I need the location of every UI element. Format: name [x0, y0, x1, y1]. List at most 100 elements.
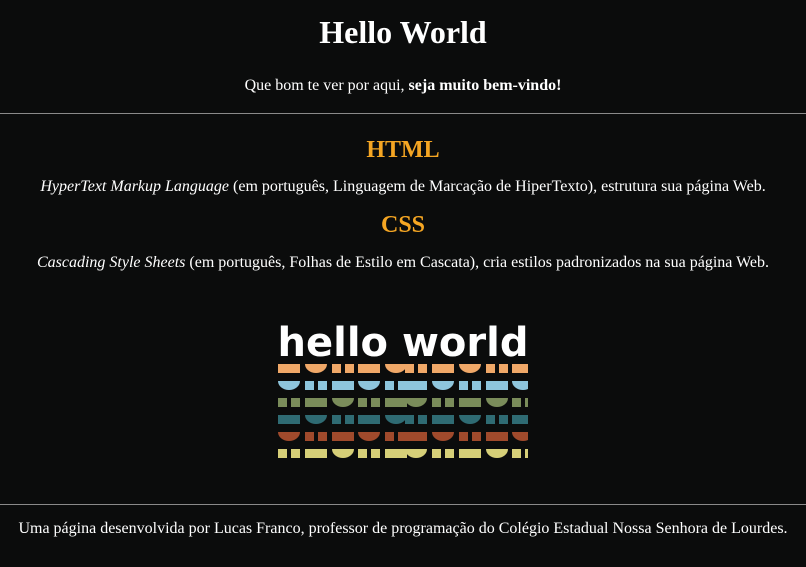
page: Hello World Que bom te ver por aqui, sej…: [0, 0, 806, 567]
logo-stripe-block: [358, 364, 380, 373]
logo-stripe-pair: [459, 381, 468, 390]
logo-stripe-pair: [405, 364, 414, 373]
logo-stripe-arc: [405, 398, 427, 407]
logo-stripe-block: [385, 449, 407, 458]
logo-stripe-pair: [405, 415, 414, 424]
logo-stripe-arc: [512, 432, 528, 441]
html-heading: HTML: [366, 137, 440, 163]
logo-stripe-pair: [278, 398, 287, 407]
logo-stripe-arc: [278, 381, 300, 390]
html-description: HyperText Markup Language (em português,…: [0, 164, 806, 196]
logo-stripe-pair: [358, 398, 367, 407]
logo-stripe-pair: [332, 415, 341, 424]
logo-stripe-pair: [278, 449, 287, 458]
footer-credit: Uma página desenvolvida por Lucas Franco…: [18, 520, 788, 537]
logo-stripe-arc: [432, 381, 454, 390]
logo-stripe-arc: [432, 432, 454, 441]
html-term: HyperText Markup Language: [40, 178, 230, 195]
welcome-message: Que bom te ver por aqui, seja muito bem-…: [0, 51, 806, 95]
logo-stripe-block: [358, 415, 380, 424]
logo-stripes: [278, 364, 528, 458]
logo-stripe-pair: [418, 364, 427, 373]
logo-stripe-arc: [385, 364, 407, 373]
page-footer: Uma página desenvolvida por Lucas Franco…: [0, 505, 806, 538]
logo-stripe-arc: [405, 449, 427, 458]
logo-stripe-pair: [499, 415, 508, 424]
logo-stripe-block: [512, 415, 528, 424]
logo-stripe-pair: [445, 398, 454, 407]
html-section: HTML HyperText Markup Language (em portu…: [0, 114, 806, 196]
css-heading: CSS: [380, 212, 426, 238]
logo-stripe-pair: [525, 398, 528, 407]
logo-stripe-pair: [445, 449, 454, 458]
logo-stripe-pair: [332, 364, 341, 373]
logo-stripe-block: [305, 449, 327, 458]
logo-stripe-arc: [332, 398, 354, 407]
logo-stripe-pair: [305, 432, 314, 441]
logo-stripe-pair: [512, 398, 521, 407]
css-term: Cascading Style Sheets: [36, 254, 186, 271]
logo-stripe-block: [432, 415, 454, 424]
page-title: Hello World: [319, 14, 487, 50]
logo-stripe-pair: [345, 415, 354, 424]
logo-stripe-pair: [371, 449, 380, 458]
logo-stripe-block: [332, 381, 354, 390]
logo-stripe-pair: [486, 415, 495, 424]
logo-stripe-block: [459, 398, 481, 407]
css-description-text: (em português, Folhas de Estilo em Casca…: [185, 254, 769, 271]
logo-stripe-pair: [291, 398, 300, 407]
logo-stripe-pair: [318, 381, 327, 390]
logo-stripe-pair: [291, 449, 300, 458]
logo-stripe-arc: [512, 381, 528, 390]
logo-stripe-block: [459, 449, 481, 458]
logo-stripe-pair: [486, 364, 495, 373]
logo-stripe-pair: [385, 432, 394, 441]
logo-stripe-arc: [278, 432, 300, 441]
logo-stripe-block: [512, 364, 528, 373]
logo-stripe-arc: [385, 415, 407, 424]
logo-image: hello world: [278, 322, 528, 458]
logo-stripe-pair: [512, 449, 521, 458]
logo-stripe-pair: [459, 432, 468, 441]
logo-stripe-block: [486, 381, 508, 390]
logo-stripe-arc: [459, 415, 481, 424]
logo-stripe-arc: [486, 398, 508, 407]
logo-stripe-block: [305, 398, 327, 407]
logo-stripe-pair: [371, 398, 380, 407]
logo-stripe-arc: [332, 449, 354, 458]
logo-stripe-block: [405, 432, 427, 441]
logo-stripe-block: [278, 415, 300, 424]
logo-stripe-block: [405, 381, 427, 390]
logo-stripe-pair: [318, 432, 327, 441]
css-description: Cascading Style Sheets (em português, Fo…: [0, 239, 806, 272]
logo-stripe-arc: [459, 364, 481, 373]
logo-stripe-block: [332, 432, 354, 441]
logo-stripe-arc: [305, 364, 327, 373]
welcome-bold-text: seja muito bem-vindo!: [408, 77, 562, 94]
logo-stripe-pair: [432, 398, 441, 407]
logo-stripe-pair: [385, 381, 394, 390]
logo-stripe-pair: [345, 364, 354, 373]
logo-stripe-arc: [305, 415, 327, 424]
logo-stripe-pair: [418, 415, 427, 424]
logo-stripe-pair: [499, 364, 508, 373]
logo-wordmark: hello world: [278, 322, 528, 366]
welcome-text: Que bom te ver por aqui,: [244, 77, 409, 94]
logo-stripe-pair: [305, 381, 314, 390]
logo-stripe-pair: [525, 449, 528, 458]
logo-stripe-pair: [432, 449, 441, 458]
logo-stripe-pair: [472, 381, 481, 390]
logo-stripe-pair: [472, 432, 481, 441]
logo-stripe-arc: [486, 449, 508, 458]
logo-stripe-block: [486, 432, 508, 441]
html-description-text: (em português, Linguagem de Marcação de …: [229, 178, 766, 195]
logo-stripe-pair: [358, 449, 367, 458]
css-section: CSS Cascading Style Sheets (em português…: [0, 196, 806, 272]
logo-stripe-arc: [358, 381, 380, 390]
logo-stripe-block: [385, 398, 407, 407]
hello-world-logo: hello world: [0, 272, 806, 466]
page-header: Hello World Que bom te ver por aqui, sej…: [0, 0, 806, 95]
logo-stripe-block: [432, 364, 454, 373]
logo-stripe-arc: [358, 432, 380, 441]
logo-stripe-block: [278, 364, 300, 373]
